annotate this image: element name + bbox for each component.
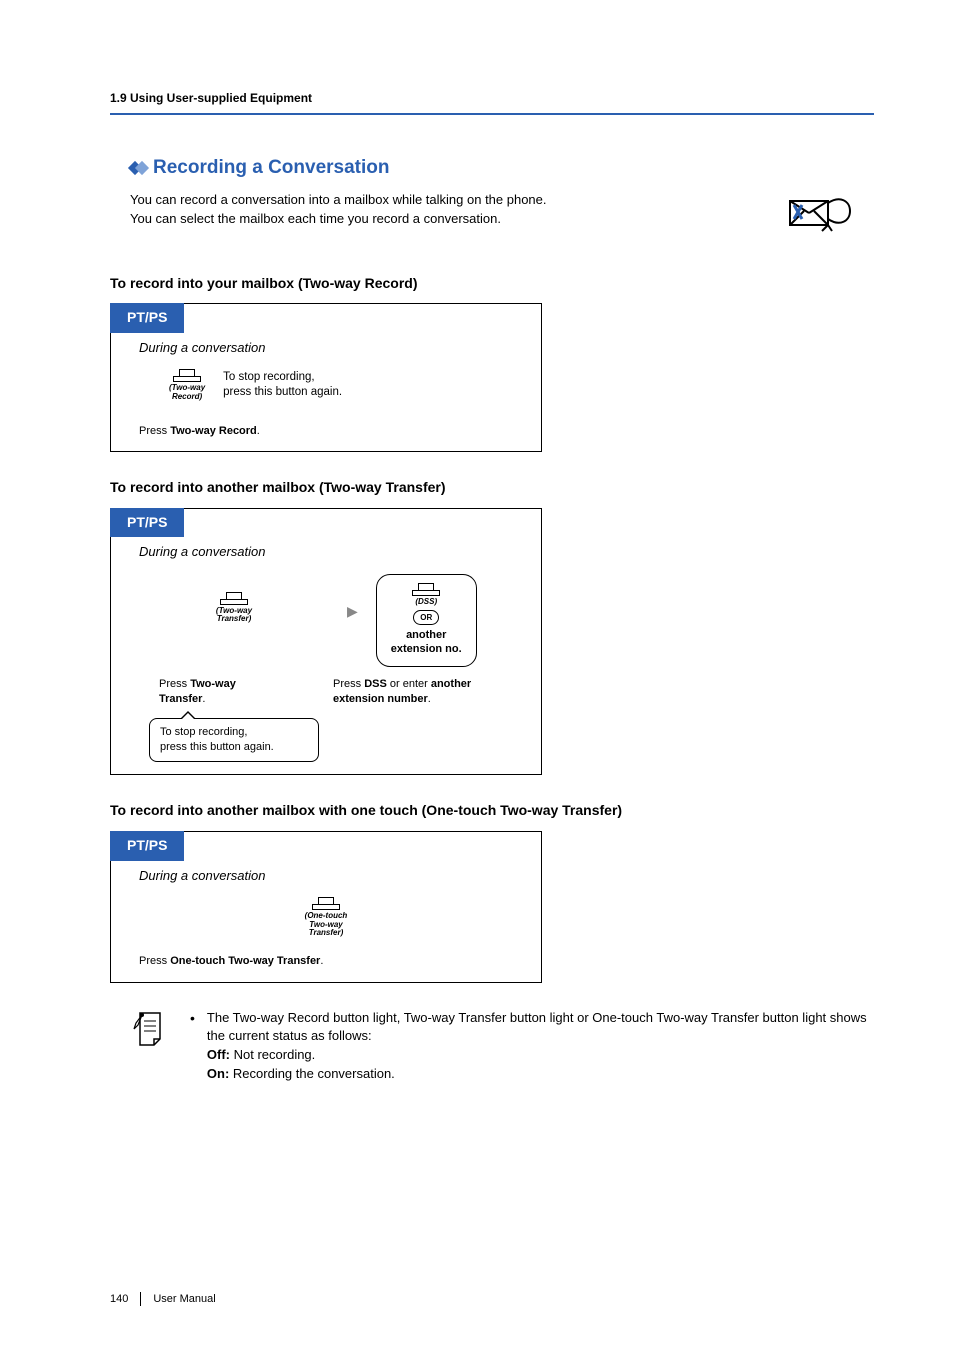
- speech-bubble: To stop recording, press this button aga…: [149, 718, 319, 763]
- precondition: During a conversation: [139, 339, 513, 357]
- group-text: another extension no.: [391, 629, 462, 655]
- button-label: (Two-way Record): [169, 384, 205, 402]
- button-label: (One-touch Two-way Transfer): [305, 912, 348, 938]
- alternative-group: (DSS) OR another extension no.: [376, 574, 477, 667]
- dss-label: (DSS): [415, 598, 437, 607]
- flex-button-icon: [173, 369, 201, 382]
- section-title: Recording a Conversation: [153, 155, 390, 182]
- side-note: To stop recording, press this button aga…: [223, 370, 342, 401]
- flex-button-icon: [312, 897, 340, 910]
- arrow-right-icon: ▶: [347, 602, 358, 622]
- procedure-heading-record-own: To record into your mailbox (Two-way Rec…: [110, 274, 874, 294]
- divider: [110, 113, 874, 115]
- diagram-record-onetouch: PT/PS During a conversation (One-touch T…: [110, 831, 542, 983]
- intro-line-2: You can select the mailbox each time you…: [130, 210, 547, 228]
- device-tab: PT/PS: [110, 831, 184, 861]
- step-caption-1: Press Two-way Transfer.: [139, 677, 279, 708]
- footer-label: User Manual: [153, 1292, 215, 1307]
- note-icon: [132, 1009, 168, 1056]
- button-label: (Two-way Transfer): [216, 607, 252, 625]
- voicemail-device-icon: [784, 185, 854, 238]
- breadcrumb: 1.9 Using User-supplied Equipment: [110, 90, 874, 107]
- step-caption-2: Press DSS or enter another extension num…: [333, 677, 483, 708]
- intro-line-1: You can record a conversation into a mai…: [130, 191, 547, 209]
- flex-button-icon: [220, 592, 248, 605]
- step-caption: Press One-touch Two-way Transfer.: [139, 954, 513, 969]
- precondition: During a conversation: [139, 543, 513, 561]
- section-marker-icon: [130, 163, 147, 173]
- procedure-heading-record-other: To record into another mailbox (Two-way …: [110, 478, 874, 498]
- step-caption: Press Two-way Record.: [139, 424, 513, 439]
- or-label: OR: [413, 610, 439, 625]
- flex-button-icon: [412, 583, 440, 596]
- precondition: During a conversation: [139, 867, 513, 885]
- notes-text: The Two-way Record button light, Two-way…: [207, 1009, 874, 1084]
- diagram-record-other: PT/PS During a conversation (Two-way Tra…: [110, 508, 542, 776]
- diagram-record-own: PT/PS During a conversation (Two-way Rec…: [110, 303, 542, 452]
- page-number: 140: [110, 1292, 128, 1307]
- procedure-heading-record-onetouch: To record into another mailbox with one …: [110, 801, 874, 821]
- footer-separator: [140, 1292, 141, 1306]
- device-tab: PT/PS: [110, 508, 184, 538]
- bullet-icon: •: [190, 1011, 195, 1025]
- device-tab: PT/PS: [110, 303, 184, 333]
